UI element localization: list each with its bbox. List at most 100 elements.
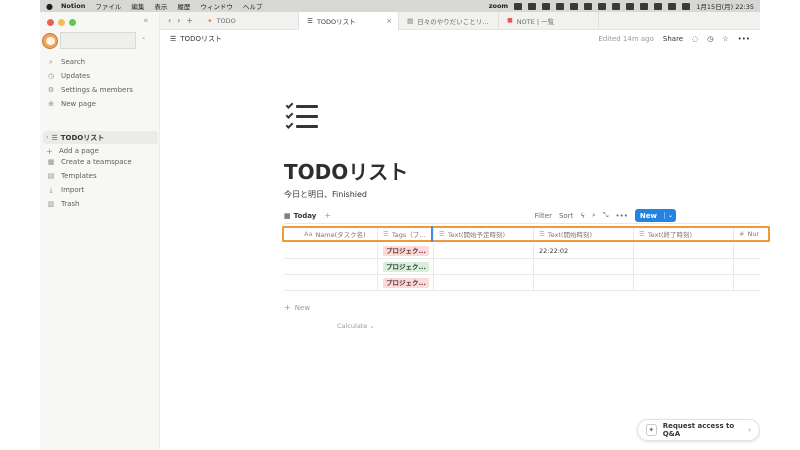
- tray-icon[interactable]: [542, 2, 551, 10]
- cell-start[interactable]: [534, 275, 634, 290]
- sidebar-item-settings[interactable]: ⚙ Settings & members: [46, 83, 133, 97]
- cell-planned-start[interactable]: [434, 259, 534, 274]
- cell-planned-start[interactable]: [434, 243, 534, 258]
- chevron-updown-icon[interactable]: ⌃: [141, 37, 146, 44]
- sidebar-item-new-page[interactable]: ⊕ New page: [46, 97, 133, 111]
- chevron-down-icon[interactable]: ⌄: [663, 212, 676, 219]
- cell-start[interactable]: [534, 259, 634, 274]
- view-tab-today[interactable]: ▦ Today: [284, 212, 316, 220]
- column-header-name[interactable]: Aa Name(タスク名): [284, 227, 378, 241]
- column-header-end[interactable]: ☰ Text(終了時刻): [634, 227, 734, 241]
- request-qa-button[interactable]: ✦ Request access to Q&A ›: [637, 419, 760, 441]
- tray-icon[interactable]: [612, 2, 621, 10]
- table-row[interactable]: プロジェク...: [284, 259, 760, 275]
- column-header-number[interactable]: # Nur: [734, 227, 760, 241]
- new-row-button[interactable]: + New: [284, 303, 310, 312]
- sidebar-item-templates[interactable]: ▤ Templates: [46, 169, 132, 183]
- menu-file[interactable]: ファイル: [95, 1, 121, 11]
- tray-icon[interactable]: [528, 2, 537, 10]
- tab-note[interactable]: ■ NOTE | 一覧: [499, 12, 600, 30]
- back-icon[interactable]: ‹: [168, 16, 171, 25]
- table-row[interactable]: プロジェク...: [284, 275, 760, 291]
- menu-app-name[interactable]: Notion: [61, 2, 85, 10]
- page-title[interactable]: TODOリスト: [284, 156, 408, 185]
- share-button[interactable]: Share: [663, 35, 683, 43]
- sidebar-item-todo-list[interactable]: › ☰ TODOリスト: [43, 131, 158, 144]
- menu-view[interactable]: 表示: [154, 1, 167, 11]
- minimize-window-button[interactable]: [58, 19, 65, 26]
- cell-planned-start[interactable]: [434, 275, 534, 290]
- cell-tags[interactable]: プロジェク...: [378, 243, 434, 258]
- close-tab-icon[interactable]: ×: [386, 17, 392, 25]
- comment-icon[interactable]: ◌: [692, 35, 698, 43]
- tray-icon[interactable]: [654, 2, 663, 10]
- expand-icon[interactable]: ⤡: [603, 211, 609, 220]
- sidebar-item-updates[interactable]: ◷ Updates: [46, 69, 133, 83]
- sidebar-item-import[interactable]: ⤓ Import: [46, 183, 132, 197]
- apple-icon[interactable]: ●: [46, 2, 53, 11]
- menubar-clock[interactable]: 1月15日(月) 22:35: [696, 1, 754, 11]
- menu-help[interactable]: ヘルプ: [243, 1, 263, 11]
- filter-button[interactable]: Filter: [535, 212, 552, 220]
- tray-icon[interactable]: [570, 2, 579, 10]
- cell-number[interactable]: [734, 243, 760, 258]
- more-options-icon[interactable]: •••: [616, 212, 628, 220]
- menu-history[interactable]: 履歴: [177, 1, 190, 11]
- sidebar-item-trash[interactable]: ▥ Trash: [46, 197, 132, 211]
- cell-tags[interactable]: プロジェク...: [378, 259, 434, 274]
- zoom-icon[interactable]: zoom: [489, 2, 509, 10]
- menu-edit[interactable]: 編集: [131, 1, 144, 11]
- cell-start[interactable]: 22:22:02: [534, 243, 634, 258]
- tag-pill[interactable]: プロジェク...: [383, 277, 429, 288]
- tray-icon[interactable]: [598, 2, 607, 10]
- sidebar-item-search[interactable]: ⌕ Search: [46, 55, 133, 69]
- tab-todo-list[interactable]: ☰ TODOリスト ×: [299, 12, 400, 30]
- add-view-icon[interactable]: +: [324, 211, 331, 220]
- cell-name[interactable]: [284, 259, 378, 274]
- breadcrumb[interactable]: ☰ TODOリスト: [170, 34, 222, 44]
- cell-name[interactable]: [284, 243, 378, 258]
- menu-window[interactable]: ウィンドウ: [200, 1, 233, 11]
- checklist-icon[interactable]: [285, 100, 322, 132]
- chevron-right-icon[interactable]: ›: [46, 134, 48, 141]
- cell-end[interactable]: [634, 243, 734, 258]
- tag-pill[interactable]: プロジェク...: [383, 245, 429, 256]
- history-icon[interactable]: ◷: [707, 35, 713, 43]
- sidebar-item-teamspace[interactable]: ▦ Create a teamspace: [46, 155, 132, 169]
- tray-icon[interactable]: [584, 2, 593, 10]
- search-icon[interactable]: ⌕: [592, 211, 596, 220]
- column-resize-handle[interactable]: [431, 226, 433, 242]
- cell-number[interactable]: [734, 275, 760, 290]
- more-options-icon[interactable]: •••: [738, 35, 750, 43]
- column-header-tags[interactable]: ☰ Tags（プ...: [378, 227, 434, 241]
- column-header-start[interactable]: ☰ Text(開始時刻): [534, 227, 634, 241]
- table-row[interactable]: プロジェク... 22:22:02: [284, 243, 760, 259]
- tray-icon[interactable]: [640, 2, 649, 10]
- tray-icon[interactable]: [626, 2, 635, 10]
- tray-icon[interactable]: [668, 2, 677, 10]
- page-description[interactable]: 今日と明日、Finishied: [284, 189, 367, 200]
- cell-tags[interactable]: プロジェク...: [378, 275, 434, 290]
- collapse-sidebar-icon[interactable]: «: [143, 16, 149, 26]
- automation-icon[interactable]: ϟ: [580, 212, 585, 220]
- calculate-button[interactable]: Calculate ⌄: [337, 322, 375, 330]
- cell-end[interactable]: [634, 275, 734, 290]
- close-window-button[interactable]: [47, 19, 54, 26]
- tab-todo[interactable]: ✦ TODO: [199, 12, 300, 30]
- tray-icon[interactable]: [556, 2, 565, 10]
- new-tab-icon[interactable]: +: [186, 16, 193, 25]
- cell-name[interactable]: [284, 275, 378, 290]
- workspace-switcher[interactable]: ⌃: [42, 32, 146, 49]
- tray-icon[interactable]: [682, 2, 691, 10]
- sort-button[interactable]: Sort: [559, 212, 573, 220]
- tab-daily-list[interactable]: ▤ 日々のやりだいことリ...: [399, 12, 500, 30]
- favorite-star-icon[interactable]: ☆: [722, 35, 728, 43]
- workspace-name-field[interactable]: [60, 32, 136, 49]
- cell-number[interactable]: [734, 259, 760, 274]
- new-record-button[interactable]: New ⌄: [634, 209, 676, 222]
- cell-end[interactable]: [634, 259, 734, 274]
- tray-icon[interactable]: [514, 2, 523, 10]
- forward-icon[interactable]: ›: [177, 16, 180, 25]
- tag-pill[interactable]: プロジェク...: [383, 261, 429, 272]
- column-header-planned-start[interactable]: ☰ Text(開始予定時刻): [434, 227, 534, 241]
